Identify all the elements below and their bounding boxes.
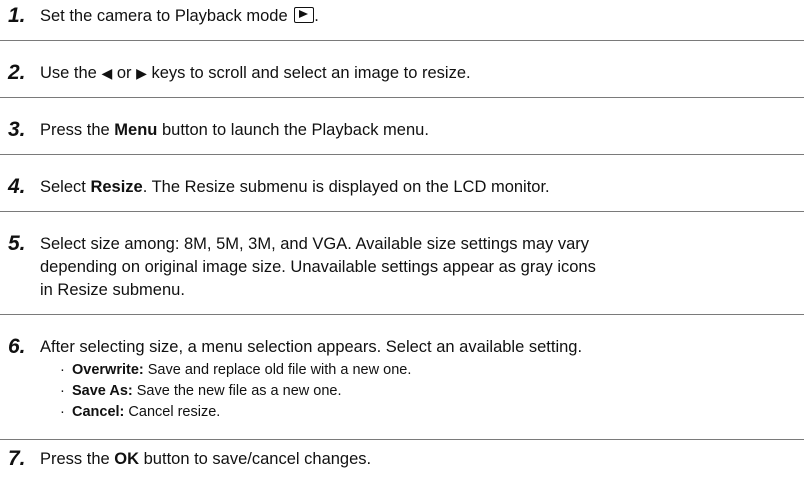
step-number: 2.: [8, 61, 26, 84]
step-text: Select Resize. The Resize submenu is dis…: [40, 178, 550, 196]
step-divider: [0, 314, 804, 315]
step-text: Press the OK button to save/cancel chang…: [40, 450, 372, 468]
step-number: 3.: [8, 118, 26, 141]
save-as-label: Save As:: [72, 383, 133, 399]
step-number: 7.: [8, 447, 26, 470]
step-divider: [0, 439, 804, 440]
step-text: After selecting size, a menu selection a…: [40, 338, 583, 356]
playback-icon: [294, 7, 315, 23]
left-arrow-icon: ◀: [101, 65, 113, 81]
resize-label: Resize: [90, 178, 143, 196]
step-text-line: Select size among: 8M, 5M, 3M, and VGA. …: [40, 235, 590, 253]
step-divider: [0, 97, 804, 98]
cancel-label: Cancel:: [72, 404, 125, 420]
step-text: Set the camera to Playback mode .: [40, 7, 319, 25]
step-divider: [0, 154, 804, 155]
ok-button-label: OK: [114, 450, 140, 468]
list-item: · Cancel: Cancel resize.: [60, 404, 221, 420]
step-number: 5.: [8, 232, 26, 255]
step-text-line: depending on original image size. Unavai…: [40, 258, 596, 276]
overwrite-label: Overwrite:: [72, 362, 144, 378]
list-item: · Save As: Save the new file as a new one…: [60, 383, 342, 399]
menu-button-label: Menu: [114, 121, 158, 139]
step-divider: [0, 40, 804, 41]
step-number: 6.: [8, 335, 26, 358]
step-number: 1.: [8, 4, 26, 27]
list-item: · Overwrite: Save and replace old file wi…: [60, 362, 412, 378]
step-text-line: in Resize submenu.: [40, 281, 185, 299]
step-text: Press the Menu button to launch the Play…: [40, 121, 429, 139]
right-arrow-icon: ▶: [136, 65, 147, 81]
step-number: 4.: [8, 175, 26, 198]
step-divider: [0, 211, 804, 212]
step-text: Use the ◀ or ▶ keys to scroll and select…: [40, 64, 471, 82]
